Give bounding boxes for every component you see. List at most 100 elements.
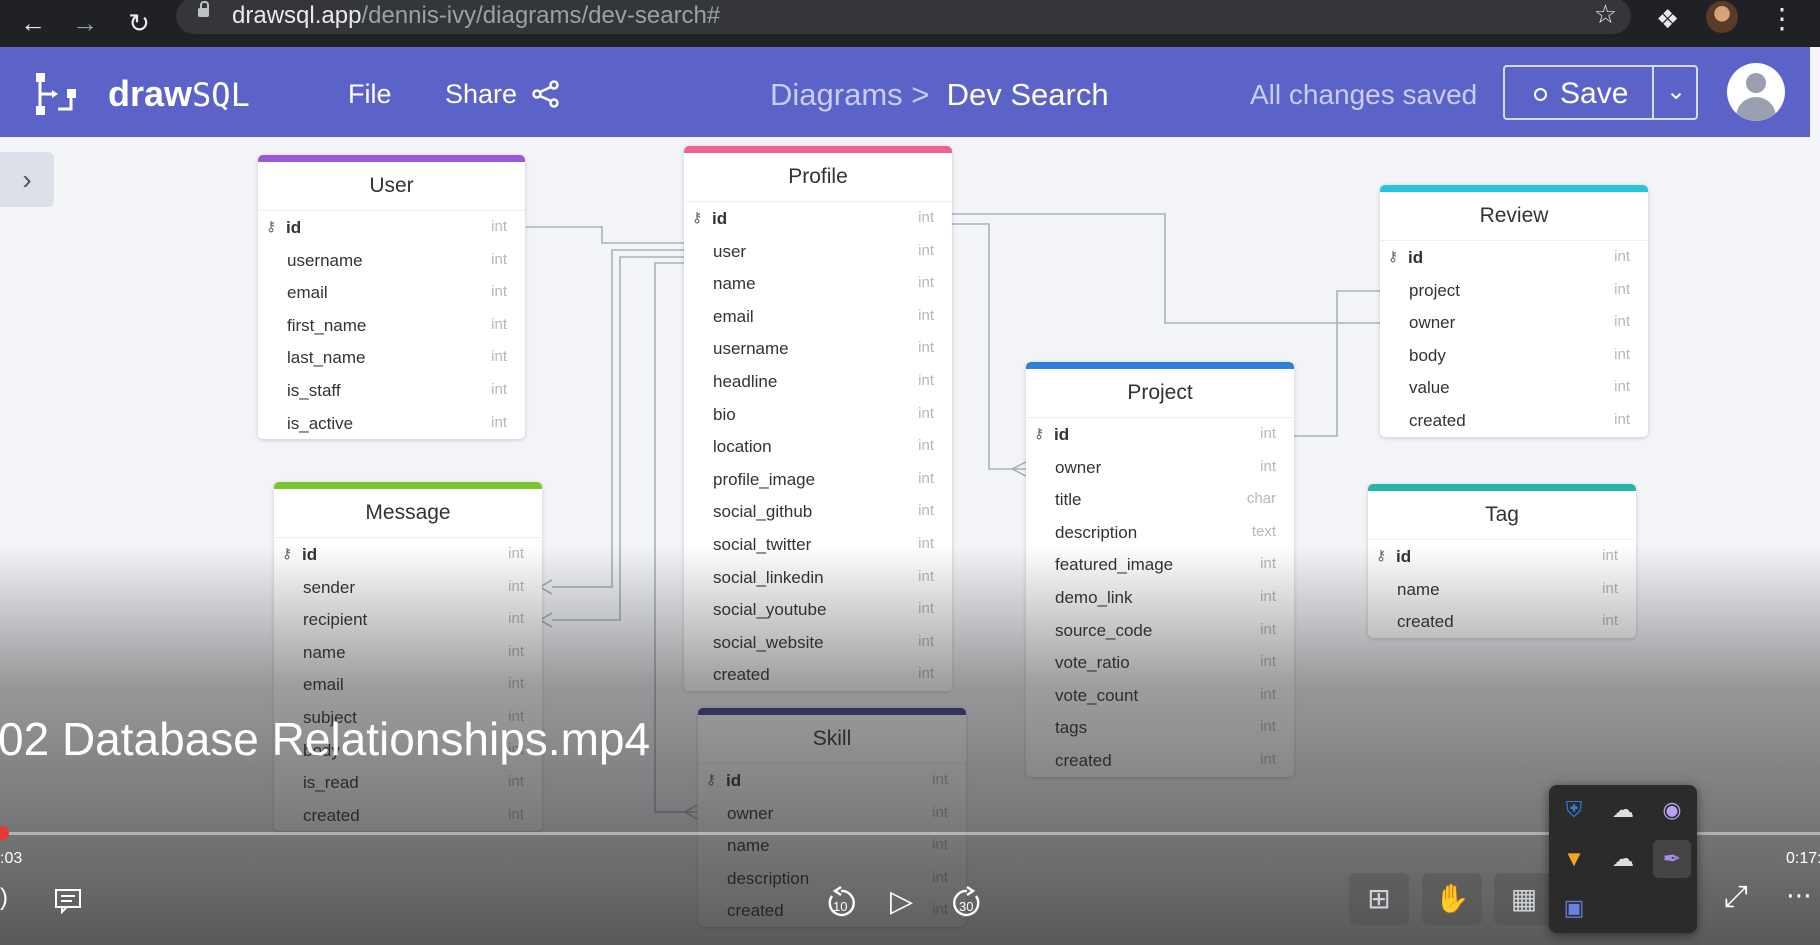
- table-column-row[interactable]: value int: [1380, 371, 1648, 404]
- column-type: int: [918, 339, 934, 357]
- table-name[interactable]: Profile: [684, 153, 952, 202]
- table-column-row[interactable]: ⚷ id int: [1380, 241, 1648, 274]
- rel-project-review: [1294, 290, 1380, 437]
- column-name: user: [713, 241, 747, 261]
- table-column-row[interactable]: bio int: [684, 398, 952, 431]
- column-name: id: [1408, 248, 1424, 267]
- column-name: description: [1055, 522, 1138, 542]
- column-type: int: [1614, 313, 1630, 331]
- column-type: text: [1251, 522, 1276, 540]
- column-type: int: [1260, 425, 1276, 442]
- skip-back-seconds: 10: [833, 899, 848, 914]
- column-type: int: [491, 315, 507, 333]
- app-circle-icon[interactable]: ◉: [1653, 791, 1691, 829]
- pen-feather-icon[interactable]: ✒: [1653, 840, 1691, 878]
- table-column-row[interactable]: title char: [1026, 483, 1294, 516]
- column-type: int: [1260, 457, 1276, 475]
- video-progress-bar[interactable]: [0, 832, 1820, 835]
- table-column-row[interactable]: ⚷ id int: [684, 202, 952, 235]
- column-name: id: [712, 209, 728, 228]
- column-type: int: [1614, 378, 1630, 396]
- column-name: social_github: [713, 502, 813, 522]
- skip-forward-button[interactable]: 30: [950, 886, 984, 920]
- table-column-row[interactable]: profile_image int: [684, 463, 952, 496]
- table-name[interactable]: Project: [1026, 369, 1294, 418]
- skip-back-button[interactable]: 10: [824, 886, 858, 920]
- column-name: email: [287, 283, 328, 303]
- column-name: body: [1409, 345, 1446, 365]
- primary-key-icon: ⚷: [266, 218, 277, 234]
- cloud-offline-icon[interactable]: ☁: [1604, 791, 1642, 829]
- column-type: int: [1614, 410, 1630, 428]
- defender-shield-icon[interactable]: ⛨: [1555, 791, 1593, 829]
- column-name: owner: [1409, 313, 1456, 333]
- table-column-row[interactable]: project int: [1380, 274, 1648, 307]
- skip-forward-seconds: 30: [959, 899, 974, 914]
- table-name[interactable]: Message: [274, 489, 542, 538]
- table-color-bar: [1368, 484, 1636, 491]
- column-type: int: [491, 348, 507, 366]
- table-user[interactable]: User ⚷ id int username int email int first_name i…: [258, 155, 525, 440]
- table-column-row[interactable]: ⚷ id int: [1026, 418, 1294, 451]
- column-name: first_name: [287, 315, 367, 335]
- time-total: 0:17:: [1786, 850, 1820, 867]
- layout-grid-tool-icon[interactable]: ▦: [1494, 873, 1554, 925]
- captions-icon[interactable]: [54, 888, 82, 914]
- table-column-row[interactable]: user int: [684, 235, 952, 268]
- table-column-row[interactable]: body int: [1380, 339, 1648, 372]
- table-column-row[interactable]: username int: [258, 244, 525, 277]
- teams-icon[interactable]: ▣: [1555, 889, 1593, 927]
- table-column-row[interactable]: ⚷ id int: [258, 211, 525, 244]
- grid-dots-tool-icon[interactable]: ⊞: [1349, 873, 1409, 925]
- rel-profile-project: [952, 223, 1026, 470]
- column-type: int: [491, 218, 507, 235]
- primary-key-icon: ⚷: [692, 209, 703, 225]
- column-type: int: [918, 502, 934, 520]
- onedrive-cloud-icon[interactable]: ☁: [1604, 840, 1642, 878]
- table-column-row[interactable]: username int: [684, 332, 952, 365]
- column-name: is_staff: [287, 380, 341, 400]
- column-type: int: [1614, 280, 1630, 298]
- column-type: int: [918, 437, 934, 455]
- column-name: last_name: [287, 348, 366, 368]
- table-column-row[interactable]: headline int: [684, 365, 952, 398]
- table-column-row[interactable]: description text: [1026, 516, 1294, 549]
- rel-user-profile: [526, 226, 684, 244]
- table-review[interactable]: Review ⚷ id int project int owner int body int val…: [1380, 185, 1648, 437]
- column-type: int: [491, 380, 507, 398]
- play-icon[interactable]: ▷: [890, 884, 913, 919]
- table-name[interactable]: User: [258, 162, 525, 211]
- time-current: :03: [0, 850, 23, 867]
- table-name[interactable]: Review: [1380, 192, 1648, 241]
- column-name: is_active: [287, 413, 354, 433]
- rel-message-sender: [552, 249, 684, 588]
- table-column-row[interactable]: owner int: [1380, 306, 1648, 339]
- fullscreen-icon[interactable]: ⤢: [1724, 880, 1748, 914]
- table-column-row[interactable]: location int: [684, 430, 952, 463]
- volume-icon[interactable]: )): [0, 884, 8, 912]
- table-column-row[interactable]: first_name int: [258, 309, 525, 342]
- column-name: profile_image: [713, 469, 816, 489]
- column-name: username: [287, 250, 363, 270]
- table-column-row[interactable]: social_github int: [684, 495, 952, 528]
- table-column-row[interactable]: email int: [684, 300, 952, 333]
- column-type: int: [918, 274, 934, 292]
- more-options-icon[interactable]: ⋯: [1786, 880, 1812, 911]
- table-column-row[interactable]: created int: [1380, 404, 1648, 437]
- column-name: headline: [713, 371, 778, 391]
- table-color-bar: [1026, 362, 1294, 369]
- table-name[interactable]: Tag: [1368, 491, 1636, 540]
- table-column-row[interactable]: last_name int: [258, 341, 525, 374]
- table-column-row[interactable]: is_staff int: [258, 374, 525, 407]
- table-column-row[interactable]: email int: [258, 276, 525, 309]
- table-column-row[interactable]: name int: [684, 267, 952, 300]
- hand-pan-tool-icon[interactable]: ✋: [1422, 873, 1482, 925]
- vlc-cone-icon[interactable]: ▼: [1555, 840, 1593, 878]
- table-column-row[interactable]: owner int: [1026, 451, 1294, 484]
- column-type: int: [918, 404, 934, 422]
- column-type: int: [1614, 345, 1630, 363]
- table-column-row[interactable]: is_active int: [258, 407, 525, 440]
- column-type: int: [491, 413, 507, 431]
- column-type: int: [918, 209, 934, 226]
- rel-profile-review: [952, 213, 1380, 324]
